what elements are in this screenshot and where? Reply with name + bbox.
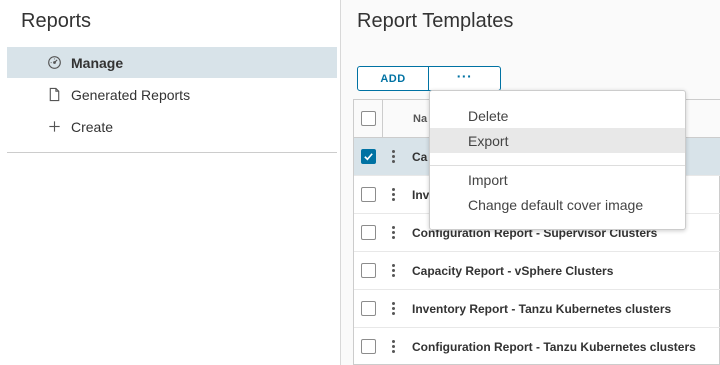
sidebar-item-generated-reports[interactable]: Generated Reports bbox=[7, 79, 337, 110]
more-actions-button[interactable]: ··· bbox=[429, 66, 501, 91]
row-checkbox[interactable] bbox=[361, 149, 376, 164]
row-name: Inv bbox=[412, 187, 430, 202]
select-all-checkbox[interactable] bbox=[361, 111, 376, 126]
row-checkbox[interactable] bbox=[361, 187, 376, 202]
dashboard-gauge-icon bbox=[46, 55, 62, 71]
table-row[interactable]: Inventory Report - Tanzu Kubernetes clus… bbox=[354, 290, 720, 328]
row-actions-icon[interactable] bbox=[387, 302, 399, 315]
row-actions-icon[interactable] bbox=[387, 150, 399, 163]
toolbar-button-group: ADD ··· bbox=[357, 66, 501, 91]
table-row[interactable]: Configuration Report - Tanzu Kubernetes … bbox=[354, 328, 720, 365]
menu-divider bbox=[430, 165, 685, 166]
column-separator bbox=[382, 100, 383, 138]
row-actions-icon[interactable] bbox=[387, 340, 399, 353]
column-header-name[interactable]: Na bbox=[413, 113, 427, 125]
row-checkbox[interactable] bbox=[361, 339, 376, 354]
plus-icon bbox=[46, 119, 62, 135]
table-row[interactable]: Capacity Report - vSphere Clusters bbox=[354, 252, 720, 290]
sidebar-item-label: Create bbox=[71, 118, 114, 135]
more-actions-menu: Delete Export Import Change default cove… bbox=[429, 90, 686, 230]
menu-item-import[interactable]: Import bbox=[430, 167, 685, 192]
sidebar-item-label: Generated Reports bbox=[71, 86, 191, 103]
row-checkbox[interactable] bbox=[361, 225, 376, 240]
add-button[interactable]: ADD bbox=[357, 66, 429, 91]
sidebar-divider bbox=[7, 152, 337, 153]
row-name: Inventory Report - Tanzu Kubernetes clus… bbox=[412, 301, 672, 316]
row-name: Ca bbox=[412, 149, 428, 164]
sidebar-title: Reports bbox=[21, 10, 92, 32]
sidebar-item-label: Manage bbox=[71, 54, 124, 71]
sidebar-item-create[interactable]: Create bbox=[7, 111, 337, 142]
row-checkbox[interactable] bbox=[361, 301, 376, 316]
menu-item-export[interactable]: Export bbox=[430, 128, 685, 153]
row-actions-icon[interactable] bbox=[387, 264, 399, 277]
row-checkbox[interactable] bbox=[361, 263, 376, 278]
row-name: Capacity Report - vSphere Clusters bbox=[412, 263, 614, 278]
row-actions-icon[interactable] bbox=[387, 188, 399, 201]
menu-item-delete[interactable]: Delete bbox=[430, 103, 685, 128]
menu-item-change-cover-image[interactable]: Change default cover image bbox=[430, 192, 685, 217]
document-icon bbox=[46, 87, 62, 103]
sidebar: Reports Manage Generated Reports Create bbox=[0, 0, 341, 365]
sidebar-item-manage[interactable]: Manage bbox=[7, 47, 337, 78]
page-title: Report Templates bbox=[357, 10, 514, 32]
row-actions-icon[interactable] bbox=[387, 226, 399, 239]
checkmark-icon bbox=[364, 153, 373, 161]
row-name: Configuration Report - Tanzu Kubernetes … bbox=[412, 339, 696, 354]
